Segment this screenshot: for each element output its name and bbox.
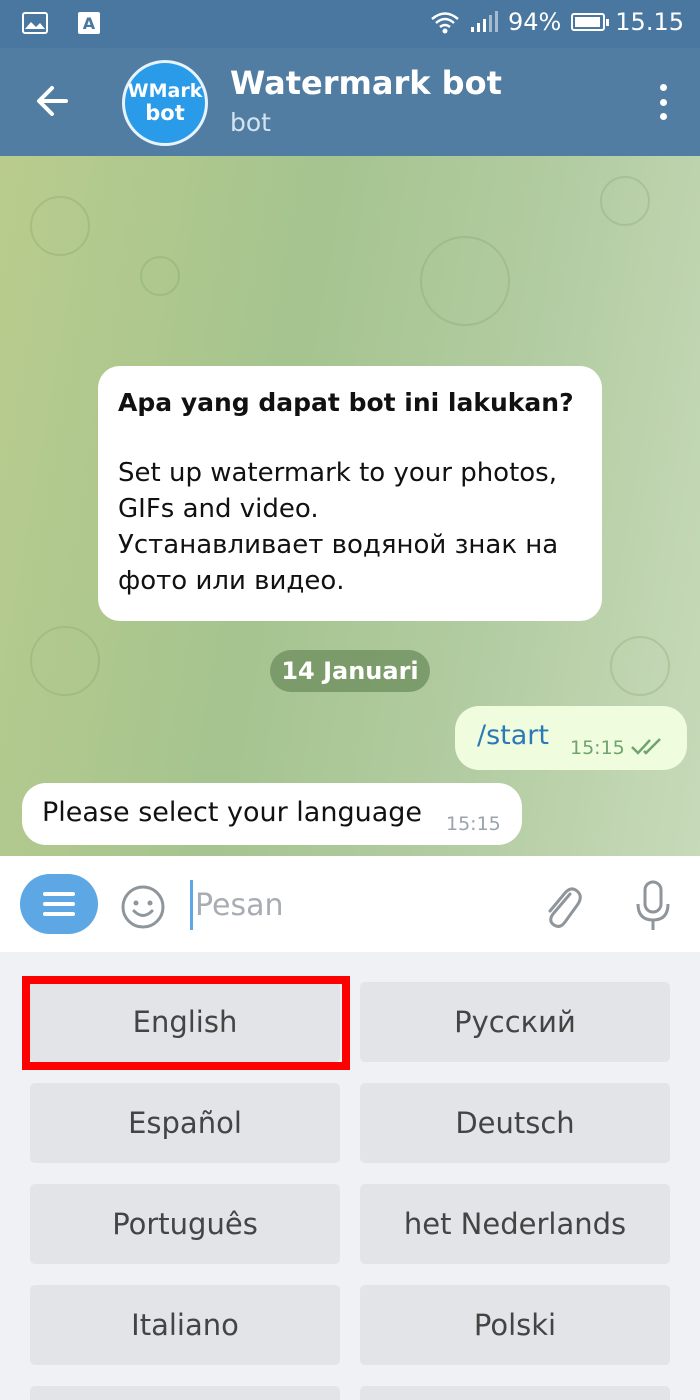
background-doodle	[140, 256, 180, 296]
microphone-icon[interactable]	[634, 880, 672, 932]
signal-icon	[470, 11, 498, 32]
bot-keyboard-toggle-button[interactable]	[20, 874, 98, 934]
bot-info-line: GIFs and video.	[118, 494, 319, 524]
emoji-icon[interactable]	[120, 884, 166, 930]
background-doodle	[610, 636, 670, 696]
bot-reply-keyboard: English Русский Español Deutsch Portuguê…	[0, 952, 700, 1400]
message-input-bar	[0, 856, 700, 952]
language-button-russian[interactable]: Русский	[360, 982, 670, 1062]
background-doodle	[420, 236, 510, 326]
date-separator: 14 Januari	[270, 650, 430, 692]
bot-info-line: фото или видео.	[118, 566, 345, 596]
incoming-message-text: Please select your language	[42, 797, 423, 828]
language-button-polish[interactable]: Polski	[360, 1285, 670, 1365]
incoming-message[interactable]: Please select your language 15:15	[22, 783, 522, 845]
avatar[interactable]: WMark bot	[122, 60, 208, 146]
svg-text:A: A	[83, 14, 96, 33]
background-doodle	[600, 176, 650, 226]
language-button-dutch[interactable]: het Nederlands	[360, 1184, 670, 1264]
language-button-more[interactable]	[30, 1386, 340, 1400]
status-time: 15.15	[615, 8, 684, 36]
more-options-icon[interactable]	[658, 84, 668, 120]
bot-info-line: Устанавливает водяной знак на	[118, 530, 559, 560]
outgoing-message[interactable]: /start 15:15	[455, 706, 687, 770]
wifi-icon	[431, 12, 459, 34]
image-notification-icon	[22, 12, 48, 34]
battery-icon	[571, 13, 610, 31]
battery-percent: 94%	[507, 8, 562, 36]
language-button-more[interactable]	[360, 1386, 670, 1400]
background-doodle	[30, 626, 100, 696]
double-check-icon	[631, 738, 661, 755]
outgoing-message-time: 15:15	[570, 737, 625, 759]
chat-area[interactable]: Apa yang dapat bot ini lakukan? Set up w…	[0, 156, 700, 856]
chat-header: WMark bot Watermark bot bot	[0, 48, 700, 156]
language-button-german[interactable]: Deutsch	[360, 1083, 670, 1163]
bot-info-title: Apa yang dapat bot ini lakukan?	[118, 388, 574, 417]
incoming-message-time: 15:15	[446, 813, 501, 835]
status-bar: A 94% 15.15	[0, 0, 700, 48]
language-button-spanish[interactable]: Español	[30, 1083, 340, 1163]
paperclip-icon[interactable]	[540, 880, 584, 932]
chat-subtitle: bot	[230, 108, 271, 137]
chat-title[interactable]: Watermark bot	[230, 64, 502, 102]
outgoing-message-text[interactable]: /start	[477, 720, 549, 751]
keyboard-a-icon: A	[78, 12, 100, 34]
back-arrow-icon[interactable]	[30, 78, 76, 124]
bot-info-bubble: Apa yang dapat bot ini lakukan? Set up w…	[98, 366, 602, 621]
avatar-text-line2: bot	[145, 101, 185, 125]
language-button-portuguese[interactable]: Português	[30, 1184, 340, 1264]
language-button-english[interactable]: English	[30, 982, 340, 1062]
language-button-italian[interactable]: Italiano	[30, 1285, 340, 1365]
background-doodle	[30, 196, 90, 256]
bot-info-line: Set up watermark to your photos,	[118, 458, 557, 488]
avatar-text-line1: WMark	[127, 80, 203, 102]
message-input[interactable]	[190, 880, 510, 930]
